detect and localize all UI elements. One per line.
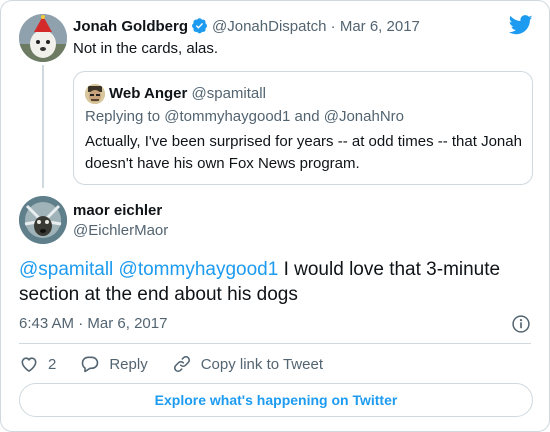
tweet-actions-bar: 2 Reply Copy link to Tweet [19, 353, 347, 375]
parent-tweet-date[interactable]: Mar 6, 2017 [340, 18, 420, 35]
replying-to-and: and [294, 108, 320, 125]
dog-avatar-image [19, 14, 67, 62]
replying-to-user-jonahnro: @JonahNro [323, 108, 404, 125]
like-button[interactable]: 2 [19, 354, 56, 374]
divider [19, 343, 531, 344]
speech-bubble-icon [82, 356, 99, 373]
parent-author-name[interactable]: Jonah Goldberg [73, 18, 188, 35]
replying-to-user-tommyhaygood1: @tommyhaygood1 [164, 108, 291, 125]
copy-link-label: Copy link to Tweet [200, 355, 323, 373]
heart-icon [21, 357, 37, 372]
quoted-tweet-header: Web Anger @spamitall [109, 84, 266, 104]
quoted-author-handle: @spamitall [191, 85, 266, 102]
mention-tommyhaygood1[interactable]: @tommyhaygood1 [119, 259, 279, 280]
date-separator: · [78, 315, 84, 332]
main-author-name[interactable]: maor eichler [73, 201, 162, 221]
replying-to-line: Replying to @tommyhaygood1 and @JonahNro [85, 107, 404, 127]
copy-link-button[interactable]: Copy link to Tweet [172, 354, 323, 374]
date-separator: · [330, 18, 336, 35]
info-icon[interactable] [511, 314, 531, 334]
quoted-author-name: Web Anger [109, 85, 188, 102]
link-icon [173, 356, 190, 372]
tweet-date[interactable]: Mar 6, 2017 [87, 315, 167, 332]
replying-to-prefix: Replying to [85, 108, 161, 125]
quoted-tweet-text: Actually, I've been surprised for years … [85, 133, 522, 172]
quoted-tweet[interactable]: Web Anger @spamitall Replying to @tommyh… [73, 71, 533, 185]
tweet-embed-card: Jonah Goldberg @JonahDispatch · Mar 6, 20… [0, 0, 550, 432]
main-author-handle[interactable]: @EichlerMaor [73, 221, 168, 241]
reply-button[interactable]: Reply [80, 354, 148, 374]
jonah-goldberg-avatar[interactable] [19, 14, 67, 62]
reply-label: Reply [109, 355, 148, 373]
main-tweet-text: @spamitall @tommyhaygood1 I would love t… [19, 257, 534, 307]
cartoon-face-avatar-image [85, 84, 105, 104]
thread-connector-line [42, 65, 44, 188]
dog-avatar-image [19, 196, 67, 244]
parent-author-handle[interactable]: @JonahDispatch [212, 18, 326, 35]
tweet-time[interactable]: 6:43 AM [19, 315, 74, 332]
explore-twitter-button[interactable]: Explore what's happening on Twitter [19, 383, 533, 417]
main-tweet-timestamp[interactable]: 6:43 AM · Mar 6, 2017 [19, 314, 167, 334]
parent-tweet-text: Not in the cards, alas. [73, 40, 219, 57]
mention-spamitall[interactable]: @spamitall [19, 259, 113, 280]
parent-tweet-header: Jonah Goldberg @JonahDispatch · Mar 6, 20… [73, 17, 420, 37]
like-count: 2 [48, 355, 57, 373]
web-anger-avatar [85, 84, 105, 104]
maor-eichler-avatar[interactable] [19, 196, 67, 244]
verified-badge-icon [192, 18, 207, 34]
twitter-bird-icon[interactable] [509, 15, 533, 35]
